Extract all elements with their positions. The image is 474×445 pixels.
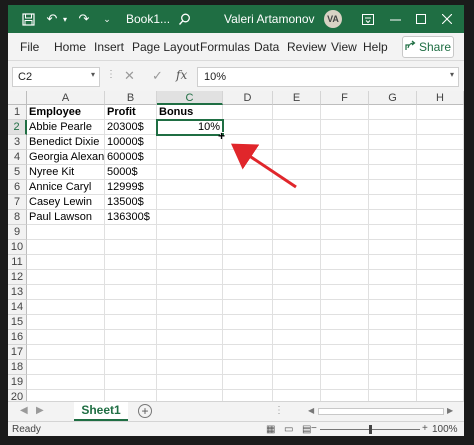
save-icon[interactable] (20, 11, 36, 27)
tab-page-layout[interactable]: Page Layout (132, 40, 199, 54)
zoom-level[interactable]: 100% (432, 424, 458, 435)
ribbon-display-options-icon[interactable] (360, 11, 376, 27)
tab-data[interactable]: Data (254, 40, 279, 54)
avatar[interactable]: VA (324, 10, 342, 28)
ribbon-tabs: File Home Insert Page Layout Formulas Da… (8, 33, 464, 61)
redo-icon[interactable]: ↷ (76, 11, 92, 27)
previous-sheet-icon[interactable]: ◀ (20, 405, 28, 416)
formula-value: 10% (204, 71, 227, 83)
scroll-left-icon[interactable]: ◀ (308, 406, 314, 415)
customize-toolbar-icon[interactable]: ⌄ (100, 11, 114, 27)
status-bar: Ready ▦ ▭ ▤ − + 100% (8, 421, 464, 436)
sheet-bar-grip-icon[interactable]: ⋮ (274, 405, 284, 416)
cancel-entry-icon[interactable]: ✕ (124, 68, 135, 84)
tab-help[interactable]: Help (363, 40, 388, 54)
formula-bar: C2 ▾ ⋮ ✕ ✓ fx 10% ▾ (8, 61, 464, 91)
status-text: Ready (12, 424, 41, 435)
user-name: Valeri Artamonov (224, 12, 315, 26)
sheet-tab-sheet1[interactable]: Sheet1 (74, 402, 128, 421)
title-bar: ↶ ▾ ↷ ⌄ Book1... Valeri Artamonov VA (8, 5, 464, 33)
share-label: Share (418, 40, 452, 54)
next-sheet-icon[interactable]: ▶ (36, 405, 44, 416)
worksheet-grid[interactable]: A B C D E F G H 1 2 3 4 5 6 7 8 9 10 11 12 13 14 15 16 1… (8, 91, 464, 401)
tab-insert[interactable]: Insert (94, 40, 124, 54)
name-box[interactable]: C2 ▾ (12, 67, 100, 87)
confirm-entry-icon[interactable]: ✓ (152, 68, 163, 84)
zoom-out-icon[interactable]: − (311, 423, 317, 434)
name-box-value: C2 (18, 71, 33, 83)
excel-window: ↶ ▾ ↷ ⌄ Book1... Valeri Artamonov VA Fil… (8, 5, 464, 436)
zoom-slider-knob[interactable] (369, 425, 372, 434)
undo-icon[interactable]: ↶ (44, 11, 60, 27)
page-layout-view-icon[interactable]: ▭ (284, 424, 293, 435)
zoom-in-icon[interactable]: + (422, 423, 428, 434)
scroll-right-icon[interactable]: ▶ (447, 406, 453, 415)
formula-bar-grip-icon: ⋮ (106, 69, 116, 80)
tab-view[interactable]: View (331, 40, 357, 54)
tab-review[interactable]: Review (287, 40, 326, 54)
annotation-arrow (231, 143, 297, 189)
arrow-line (231, 143, 297, 189)
add-sheet-icon[interactable]: + (138, 404, 152, 418)
document-title: Book1... (126, 12, 171, 26)
normal-view-icon[interactable]: ▦ (266, 424, 275, 435)
close-icon[interactable] (438, 11, 456, 27)
share-icon (405, 40, 416, 54)
insert-function-icon[interactable]: fx (176, 68, 187, 82)
tab-home[interactable]: Home (54, 40, 86, 54)
undo-dropdown-icon[interactable]: ▾ (60, 11, 70, 27)
scroll-thumb[interactable] (318, 408, 444, 415)
minimize-icon[interactable] (386, 11, 404, 27)
search-icon[interactable] (176, 11, 192, 27)
formula-input[interactable]: 10% ▾ (197, 67, 459, 87)
horizontal-scrollbar[interactable]: ◀ ▶ (308, 406, 454, 417)
share-button[interactable]: Share (402, 36, 454, 58)
chevron-down-icon[interactable]: ▾ (91, 70, 95, 79)
tab-file[interactable]: File (20, 40, 39, 54)
expand-formula-bar-icon[interactable]: ▾ (450, 70, 454, 79)
tab-formulas[interactable]: Formulas (200, 40, 250, 54)
maximize-icon[interactable] (412, 11, 430, 27)
sheet-tab-bar: ◀ ▶ Sheet1 + ⋮ ◀ ▶ (8, 401, 464, 421)
